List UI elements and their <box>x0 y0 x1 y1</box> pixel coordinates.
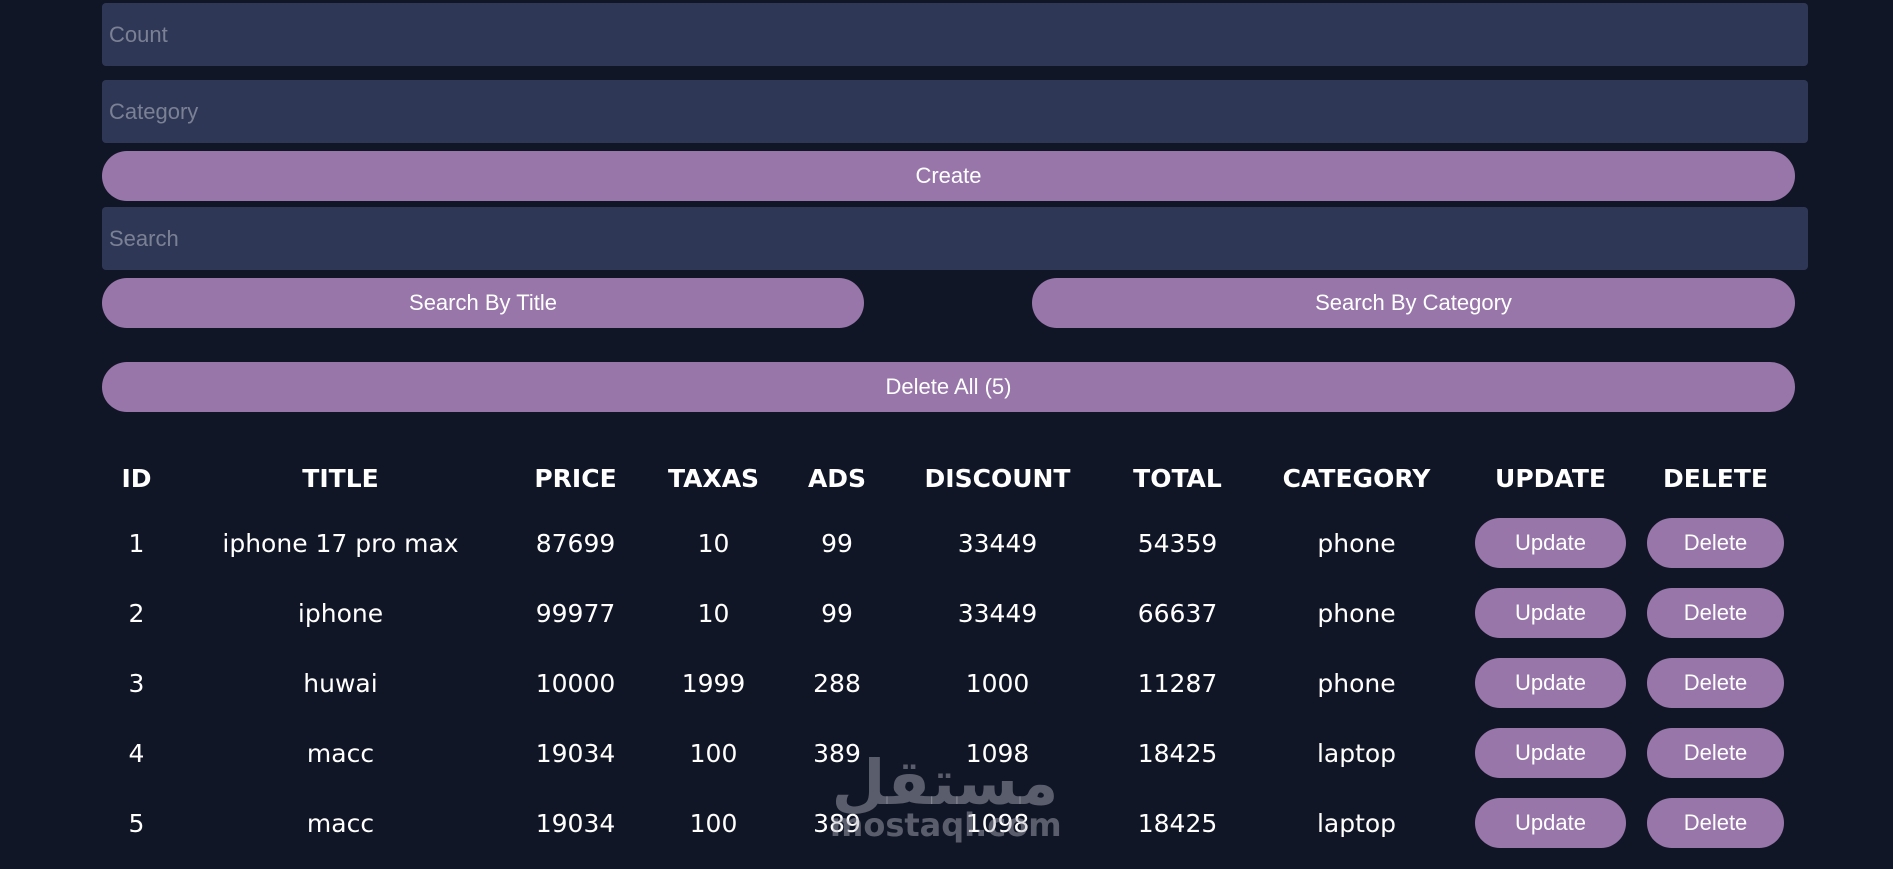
cell-taxas: 10 <box>697 598 730 628</box>
cell-discount: 1000 <box>965 668 1030 698</box>
cell-title: iphone 17 pro max <box>222 528 459 558</box>
cell-update: Update <box>1465 508 1636 578</box>
cell-ads: 288 <box>813 668 861 698</box>
table-header-row: ID TITLE PRICE TAXAS ADS DISCOUNT TOTAL … <box>102 448 1795 508</box>
cell-discount: 33449 <box>957 598 1038 628</box>
cell-delete: Delete <box>1636 648 1795 718</box>
table-row: 3 huwai 10000 1999 288 1000 11287 phone … <box>102 648 1795 718</box>
update-button[interactable]: Update <box>1475 658 1626 708</box>
cell-id: 1 <box>128 528 145 558</box>
header-discount: DISCOUNT <box>924 463 1071 493</box>
table-row: 2 iphone 99977 10 99 33449 66637 phone U… <box>102 578 1795 648</box>
header-delete: DELETE <box>1663 463 1768 493</box>
cell-discount: 1098 <box>965 738 1030 768</box>
header-ads: ADS <box>807 463 867 493</box>
cell-delete: Delete <box>1636 578 1795 648</box>
delete-button[interactable]: Delete <box>1647 798 1784 848</box>
delete-button[interactable]: Delete <box>1647 588 1784 638</box>
products-table: ID TITLE PRICE TAXAS ADS DISCOUNT TOTAL … <box>102 448 1795 858</box>
cell-total: 18425 <box>1137 738 1218 768</box>
table-row: 4 macc 19034 100 389 1098 18425 laptop U… <box>102 718 1795 788</box>
cell-id: 2 <box>128 598 145 628</box>
cell-ads: 389 <box>813 738 861 768</box>
cell-total: 18425 <box>1137 808 1218 838</box>
cell-id: 3 <box>128 668 145 698</box>
cell-title: macc <box>306 738 375 768</box>
cell-total: 66637 <box>1137 598 1218 628</box>
cell-taxas: 10 <box>697 528 730 558</box>
cell-id: 5 <box>128 808 145 838</box>
delete-all-button[interactable]: Delete All (5) <box>102 362 1795 412</box>
cell-id: 4 <box>128 738 145 768</box>
cell-discount: 1098 <box>965 808 1030 838</box>
cell-delete: Delete <box>1636 508 1795 578</box>
search-input[interactable] <box>102 207 1808 270</box>
cell-title: huwai <box>303 668 378 698</box>
cell-category: laptop <box>1316 808 1397 838</box>
update-button[interactable]: Update <box>1475 518 1626 568</box>
cell-delete: Delete <box>1636 718 1795 788</box>
cell-update: Update <box>1465 788 1636 858</box>
delete-button[interactable]: Delete <box>1647 728 1784 778</box>
header-total: TOTAL <box>1133 463 1222 493</box>
update-button[interactable]: Update <box>1475 798 1626 848</box>
table-row: 1 iphone 17 pro max 87699 10 99 33449 54… <box>102 508 1795 578</box>
cell-ads: 99 <box>821 598 853 628</box>
cell-update: Update <box>1465 648 1636 718</box>
cell-total: 11287 <box>1137 668 1218 698</box>
header-price: PRICE <box>534 463 617 493</box>
cell-total: 54359 <box>1137 528 1218 558</box>
delete-button[interactable]: Delete <box>1647 658 1784 708</box>
category-input[interactable] <box>102 80 1808 143</box>
header-taxas: TAXAS <box>667 463 760 493</box>
cell-taxas: 100 <box>689 738 738 768</box>
count-input[interactable] <box>102 3 1808 66</box>
header-title: TITLE <box>302 463 379 493</box>
cell-category: phone <box>1317 598 1396 628</box>
cell-title: iphone <box>297 598 384 628</box>
cell-price: 19034 <box>535 808 616 838</box>
cell-title: macc <box>306 808 375 838</box>
delete-button[interactable]: Delete <box>1647 518 1784 568</box>
cell-category: phone <box>1317 528 1396 558</box>
update-button[interactable]: Update <box>1475 588 1626 638</box>
cell-taxas: 1999 <box>681 668 746 698</box>
search-by-title-button[interactable]: Search By Title <box>102 278 864 328</box>
cell-ads: 99 <box>821 528 853 558</box>
cell-discount: 33449 <box>957 528 1038 558</box>
cell-taxas: 100 <box>689 808 738 838</box>
create-button[interactable]: Create <box>102 151 1795 201</box>
cell-price: 10000 <box>535 668 616 698</box>
header-category: CATEGORY <box>1282 463 1431 493</box>
cell-price: 87699 <box>535 528 616 558</box>
cell-ads: 389 <box>813 808 861 838</box>
header-id: ID <box>121 463 152 493</box>
cell-delete: Delete <box>1636 788 1795 858</box>
table-row: 5 macc 19034 100 389 1098 18425 laptop U… <box>102 788 1795 858</box>
search-by-category-button[interactable]: Search By Category <box>1032 278 1795 328</box>
cell-price: 19034 <box>535 738 616 768</box>
cell-update: Update <box>1465 578 1636 648</box>
cell-update: Update <box>1465 718 1636 788</box>
update-button[interactable]: Update <box>1475 728 1626 778</box>
cell-category: phone <box>1317 668 1396 698</box>
cell-category: laptop <box>1316 738 1397 768</box>
header-update: UPDATE <box>1495 463 1606 493</box>
cell-price: 99977 <box>535 598 616 628</box>
